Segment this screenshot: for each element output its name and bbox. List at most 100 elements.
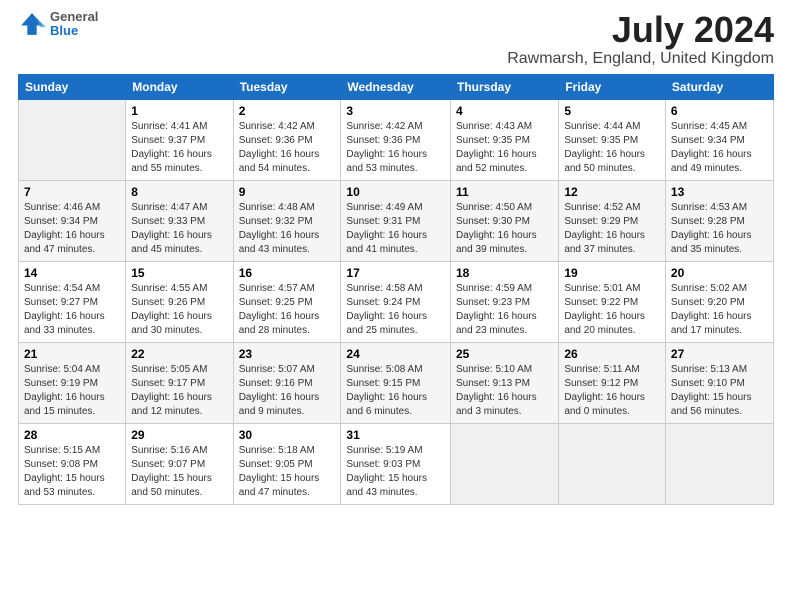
date-4-3: 31 [346,428,445,442]
info-4-3: Sunrise: 5:19 AM Sunset: 9:03 PM Dayligh… [346,444,445,500]
info-1-0: Sunrise: 4:46 AM Sunset: 9:34 PM Dayligh… [24,201,120,257]
header: General Blue July 2024 Rawmarsh, England… [18,10,774,68]
cell-4-0: 28 Sunrise: 5:15 AM Sunset: 9:08 PM Dayli… [19,423,126,504]
logo: General Blue [18,10,98,39]
date-1-3: 10 [346,185,445,199]
date-2-1: 15 [131,266,227,280]
col-monday: Monday [126,74,233,99]
date-2-4: 18 [456,266,553,280]
info-3-0: Sunrise: 5:04 AM Sunset: 9:19 PM Dayligh… [24,363,120,419]
cell-0-6: 6 Sunrise: 4:45 AM Sunset: 9:34 PM Daylig… [665,99,773,180]
date-2-5: 19 [564,266,660,280]
cell-2-0: 14 Sunrise: 4:54 AM Sunset: 9:27 PM Dayli… [19,261,126,342]
date-2-6: 20 [671,266,768,280]
calendar-table: Sunday Monday Tuesday Wednesday Thursday… [18,74,774,505]
cell-0-5: 5 Sunrise: 4:44 AM Sunset: 9:35 PM Daylig… [559,99,666,180]
subtitle: Rawmarsh, England, United Kingdom [507,50,774,68]
info-1-2: Sunrise: 4:48 AM Sunset: 9:32 PM Dayligh… [239,201,336,257]
date-3-6: 27 [671,347,768,361]
info-1-3: Sunrise: 4:49 AM Sunset: 9:31 PM Dayligh… [346,201,445,257]
date-1-6: 13 [671,185,768,199]
cell-3-2: 23 Sunrise: 5:07 AM Sunset: 9:16 PM Dayli… [233,342,341,423]
info-2-4: Sunrise: 4:59 AM Sunset: 9:23 PM Dayligh… [456,282,553,338]
cell-0-3: 3Sunrise: 4:42 AM Sunset: 9:36 PM Daylig… [341,99,451,180]
date-1-4: 11 [456,185,553,199]
cell-0-1: 1 Sunrise: 4:41 AM Sunset: 9:37 PM Daylig… [126,99,233,180]
cell-4-4 [450,423,558,504]
week-row-3: 21 Sunrise: 5:04 AM Sunset: 9:19 PM Dayli… [19,342,774,423]
info-0-5: Sunrise: 4:44 AM Sunset: 9:35 PM Dayligh… [564,120,660,176]
date-2-3: 17 [346,266,445,280]
col-wednesday: Wednesday [341,74,451,99]
info-3-6: Sunrise: 5:13 AM Sunset: 9:10 PM Dayligh… [671,363,768,419]
cell-0-4: 4Sunrise: 4:43 AM Sunset: 9:35 PM Daylig… [450,99,558,180]
col-friday: Friday [559,74,666,99]
cell-1-1: 8Sunrise: 4:47 AM Sunset: 9:33 PM Daylig… [126,180,233,261]
date-4-1: 29 [131,428,227,442]
date-0-6: 6 [671,104,768,118]
calendar-header-row: Sunday Monday Tuesday Wednesday Thursday… [19,74,774,99]
date-3-3: 24 [346,347,445,361]
date-3-5: 26 [564,347,660,361]
date-4-0: 28 [24,428,120,442]
date-3-4: 25 [456,347,553,361]
date-1-1: 8 [131,185,227,199]
cell-4-1: 29 Sunrise: 5:16 AM Sunset: 9:07 PM Dayli… [126,423,233,504]
cell-1-5: 12 Sunrise: 4:52 AM Sunset: 9:29 PM Dayli… [559,180,666,261]
info-2-1: Sunrise: 4:55 AM Sunset: 9:26 PM Dayligh… [131,282,227,338]
cell-3-5: 26Sunrise: 5:11 AM Sunset: 9:12 PM Dayli… [559,342,666,423]
info-3-2: Sunrise: 5:07 AM Sunset: 9:16 PM Dayligh… [239,363,336,419]
title-area: July 2024 Rawmarsh, England, United King… [507,10,774,68]
cell-1-3: 10 Sunrise: 4:49 AM Sunset: 9:31 PM Dayli… [341,180,451,261]
date-2-2: 16 [239,266,336,280]
info-0-6: Sunrise: 4:45 AM Sunset: 9:34 PM Dayligh… [671,120,768,176]
date-1-5: 12 [564,185,660,199]
date-0-1: 1 [131,104,227,118]
cell-2-3: 17 Sunrise: 4:58 AM Sunset: 9:24 PM Dayli… [341,261,451,342]
info-1-5: Sunrise: 4:52 AM Sunset: 9:29 PM Dayligh… [564,201,660,257]
date-2-0: 14 [24,266,120,280]
date-0-5: 5 [564,104,660,118]
info-4-0: Sunrise: 5:15 AM Sunset: 9:08 PM Dayligh… [24,444,120,500]
info-4-1: Sunrise: 5:16 AM Sunset: 9:07 PM Dayligh… [131,444,227,500]
cell-1-4: 11Sunrise: 4:50 AM Sunset: 9:30 PM Dayli… [450,180,558,261]
info-2-2: Sunrise: 4:57 AM Sunset: 9:25 PM Dayligh… [239,282,336,338]
info-3-3: Sunrise: 5:08 AM Sunset: 9:15 PM Dayligh… [346,363,445,419]
info-2-3: Sunrise: 4:58 AM Sunset: 9:24 PM Dayligh… [346,282,445,338]
logo-blue-text: Blue [50,24,98,38]
cell-3-3: 24 Sunrise: 5:08 AM Sunset: 9:15 PM Dayli… [341,342,451,423]
date-3-2: 23 [239,347,336,361]
cell-2-6: 20Sunrise: 5:02 AM Sunset: 9:20 PM Dayli… [665,261,773,342]
info-2-0: Sunrise: 4:54 AM Sunset: 9:27 PM Dayligh… [24,282,120,338]
cell-4-5 [559,423,666,504]
info-0-1: Sunrise: 4:41 AM Sunset: 9:37 PM Dayligh… [131,120,227,176]
date-1-2: 9 [239,185,336,199]
info-3-1: Sunrise: 5:05 AM Sunset: 9:17 PM Dayligh… [131,363,227,419]
cell-1-6: 13 Sunrise: 4:53 AM Sunset: 9:28 PM Dayli… [665,180,773,261]
date-1-0: 7 [24,185,120,199]
col-tuesday: Tuesday [233,74,341,99]
week-row-0: 1 Sunrise: 4:41 AM Sunset: 9:37 PM Daylig… [19,99,774,180]
col-saturday: Saturday [665,74,773,99]
date-3-1: 22 [131,347,227,361]
cell-3-4: 25Sunrise: 5:10 AM Sunset: 9:13 PM Dayli… [450,342,558,423]
info-0-3: Sunrise: 4:42 AM Sunset: 9:36 PM Dayligh… [346,120,445,176]
cell-4-6 [665,423,773,504]
info-0-4: Sunrise: 4:43 AM Sunset: 9:35 PM Dayligh… [456,120,553,176]
logo-general-text: General [50,10,98,24]
cell-3-6: 27 Sunrise: 5:13 AM Sunset: 9:10 PM Dayli… [665,342,773,423]
date-4-2: 30 [239,428,336,442]
cell-3-0: 21 Sunrise: 5:04 AM Sunset: 9:19 PM Dayli… [19,342,126,423]
week-row-2: 14 Sunrise: 4:54 AM Sunset: 9:27 PM Dayli… [19,261,774,342]
cell-0-2: 2 Sunrise: 4:42 AM Sunset: 9:36 PM Daylig… [233,99,341,180]
info-1-6: Sunrise: 4:53 AM Sunset: 9:28 PM Dayligh… [671,201,768,257]
date-0-2: 2 [239,104,336,118]
cell-0-0 [19,99,126,180]
cell-2-5: 19Sunrise: 5:01 AM Sunset: 9:22 PM Dayli… [559,261,666,342]
logo-icon [18,10,46,38]
main-title: July 2024 [507,10,774,50]
info-0-2: Sunrise: 4:42 AM Sunset: 9:36 PM Dayligh… [239,120,336,176]
col-thursday: Thursday [450,74,558,99]
cell-2-2: 16 Sunrise: 4:57 AM Sunset: 9:25 PM Dayli… [233,261,341,342]
date-3-0: 21 [24,347,120,361]
